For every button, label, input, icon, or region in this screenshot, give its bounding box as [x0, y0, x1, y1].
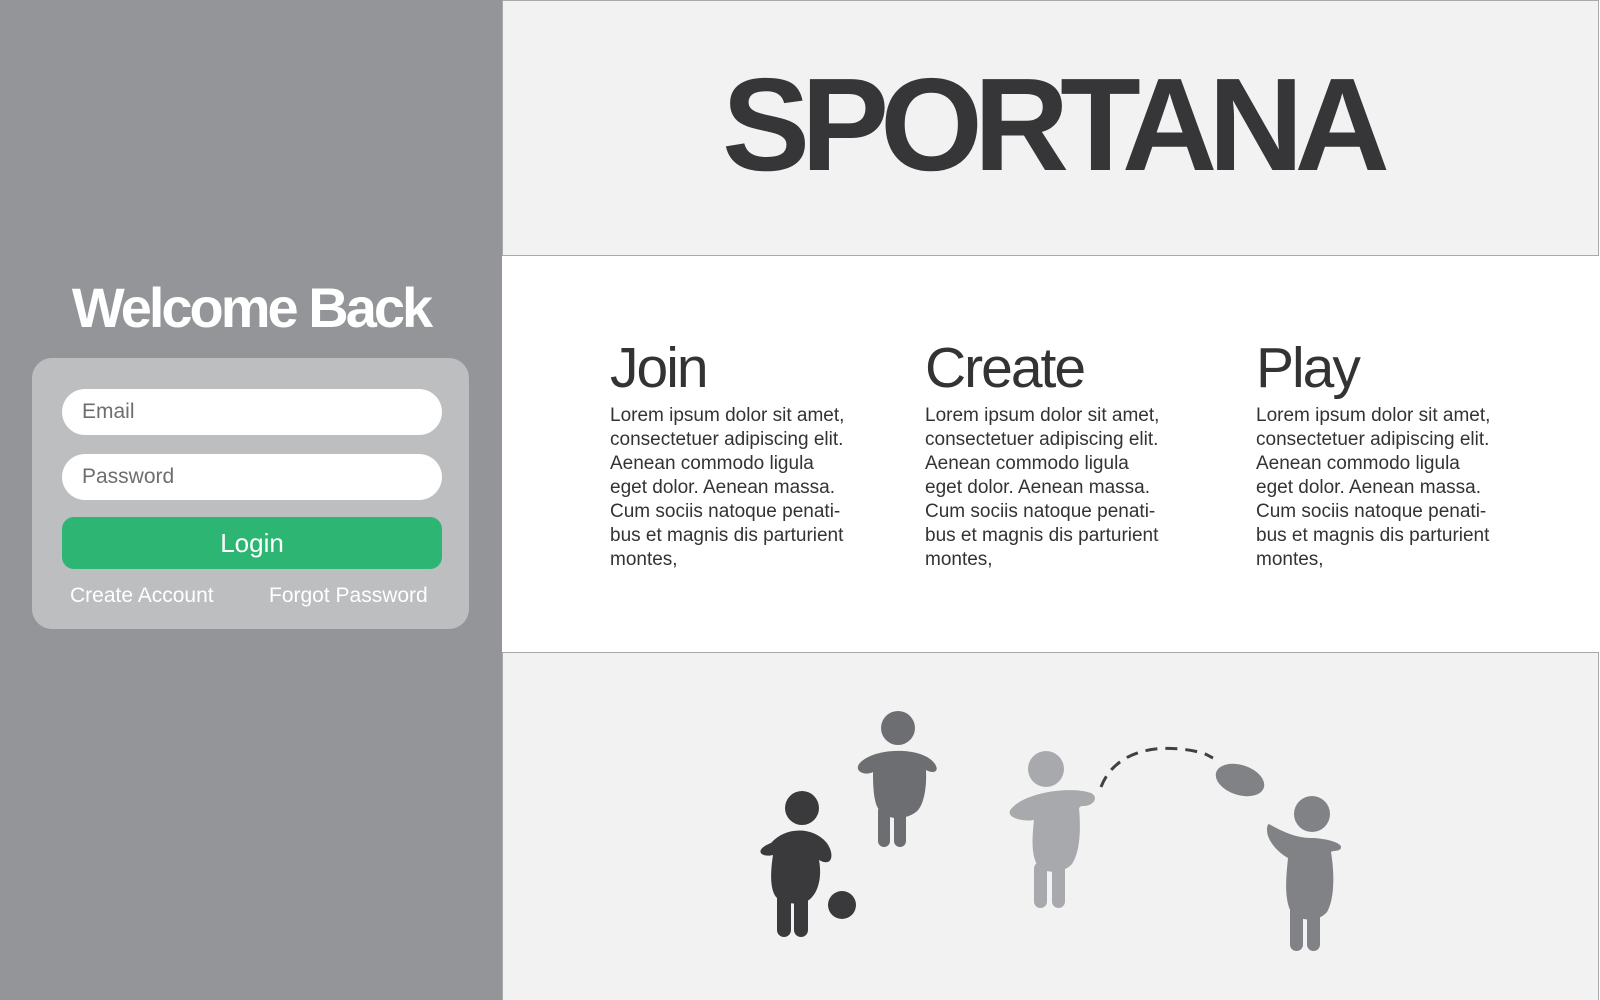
frisbee-icon: [1215, 763, 1265, 797]
feature-play: Play Lorem ipsum dolor sit amet, consect…: [1256, 338, 1516, 572]
features-section: Join Lorem ipsum dolor sit amet, consect…: [502, 256, 1599, 653]
create-account-link[interactable]: Create Account: [70, 583, 214, 609]
brand-logo: SPORTANA: [722, 51, 1390, 198]
ball-icon: [828, 891, 856, 919]
frisbee-catcher-icon: [1267, 796, 1341, 951]
feature-join: Join Lorem ipsum dolor sit amet, consect…: [610, 338, 870, 572]
feature-title: Play: [1256, 336, 1361, 400]
feature-body: Lorem ipsum dolor sit amet, consectetuer…: [1256, 405, 1491, 570]
feature-body: Lorem ipsum dolor sit amet, consectetuer…: [925, 405, 1160, 570]
players-illustration: [760, 711, 1341, 951]
login-card: Login Create Account Forgot Password: [32, 358, 469, 629]
jumping-player-icon: [857, 711, 937, 847]
welcome-heading: Welcome Back: [71, 276, 433, 339]
feature-title: Join: [610, 336, 709, 400]
password-field[interactable]: [62, 454, 442, 500]
soccer-player-icon: [760, 791, 832, 937]
login-sidebar: Welcome Back Login Create Account Forgot…: [0, 0, 502, 1000]
forgot-password-link[interactable]: Forgot Password: [269, 583, 428, 609]
brand-header: SPORTANA: [502, 0, 1599, 256]
feature-title: Create: [925, 336, 1086, 400]
login-button[interactable]: Login: [62, 517, 442, 569]
feature-create: Create Lorem ipsum dolor sit amet, conse…: [925, 338, 1185, 572]
frisbee-thrower-icon: [1009, 751, 1095, 908]
email-field[interactable]: [62, 389, 442, 435]
feature-body: Lorem ipsum dolor sit amet, consectetuer…: [610, 405, 845, 570]
sports-illustration: [502, 653, 1599, 1000]
flight-path-icon: [1099, 746, 1214, 788]
